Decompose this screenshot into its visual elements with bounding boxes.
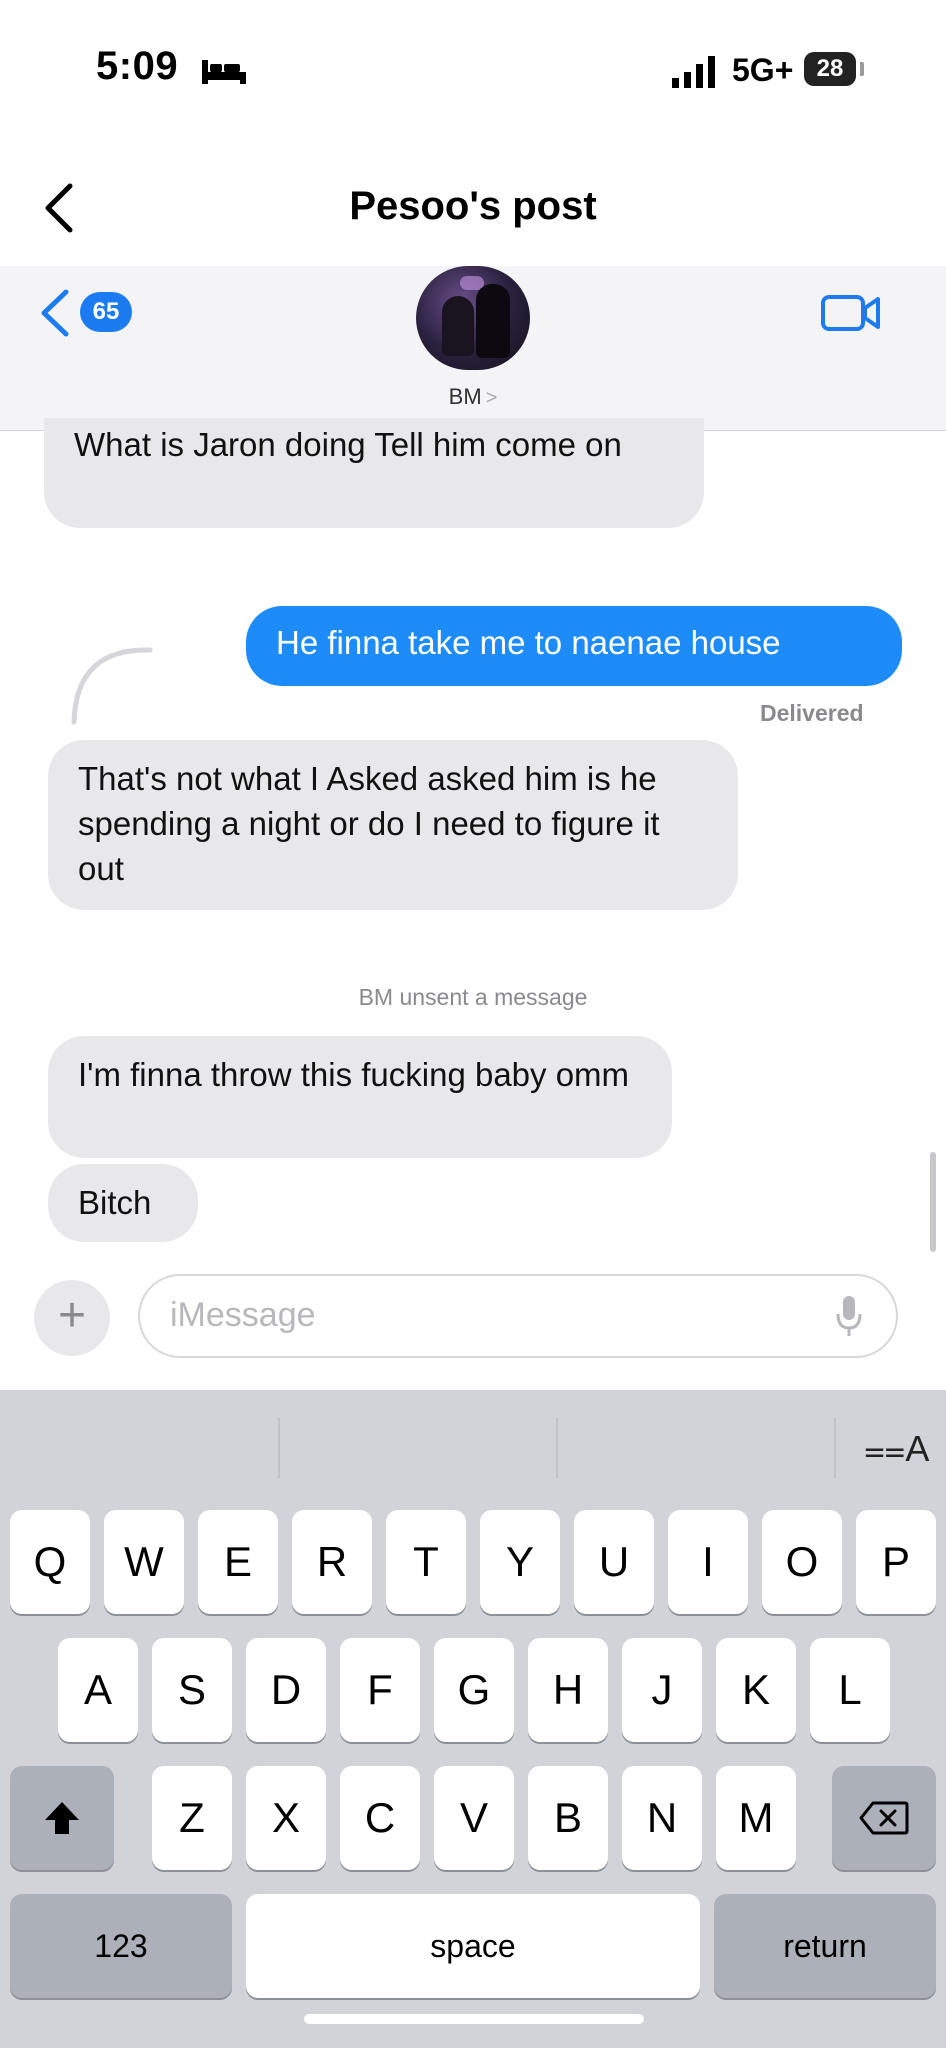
scroll-indicator[interactable]: [930, 1152, 936, 1252]
contact-name[interactable]: BM >: [0, 384, 946, 410]
keyboard-translate-icon[interactable]: ⩵A: [864, 1428, 929, 1471]
message-bubble-received[interactable]: Bitch: [48, 1164, 198, 1242]
delivery-status: Delivered: [760, 700, 864, 726]
home-indicator[interactable]: [304, 2014, 644, 2024]
apps-plus-button[interactable]: +: [34, 1280, 110, 1356]
shift-icon: [45, 1802, 79, 1834]
key-a[interactable]: A: [58, 1638, 138, 1742]
key-e[interactable]: E: [198, 1510, 278, 1614]
key-x[interactable]: X: [246, 1766, 326, 1870]
key-u[interactable]: U: [574, 1510, 654, 1614]
sleep-focus-icon: [202, 60, 246, 84]
key-c[interactable]: C: [340, 1766, 420, 1870]
key-g[interactable]: G: [434, 1638, 514, 1742]
message-bubble-received[interactable]: What is Jaron doing Tell him come on: [44, 418, 704, 528]
key-y[interactable]: Y: [480, 1510, 560, 1614]
key-k[interactable]: K: [716, 1638, 796, 1742]
key-d[interactable]: D: [246, 1638, 326, 1742]
status-time: 5:09: [96, 44, 179, 88]
key-l[interactable]: L: [810, 1638, 890, 1742]
status-bar: 5:09 5G+ 28: [0, 0, 946, 140]
numbers-key[interactable]: 123: [10, 1894, 232, 1998]
contact-chevron-icon: >: [485, 387, 498, 409]
microphone-icon[interactable]: [834, 1294, 864, 1338]
key-i[interactable]: I: [668, 1510, 748, 1614]
battery-tip: [860, 62, 864, 76]
return-key[interactable]: return: [714, 1894, 936, 1998]
key-m[interactable]: M: [716, 1766, 796, 1870]
key-j[interactable]: J: [622, 1638, 702, 1742]
backspace-icon: [859, 1801, 909, 1835]
key-t[interactable]: T: [386, 1510, 466, 1614]
key-f[interactable]: F: [340, 1638, 420, 1742]
unread-count-badge[interactable]: 65: [80, 292, 132, 332]
network-type: 5G+: [732, 52, 794, 88]
unsent-notice: BM unsent a message: [358, 984, 588, 1010]
contact-name-label: BM: [448, 384, 482, 409]
key-z[interactable]: Z: [152, 1766, 232, 1870]
key-w[interactable]: W: [104, 1510, 184, 1614]
messages-back-icon[interactable]: [38, 288, 72, 338]
message-bubble-received[interactable]: That's not what I Asked asked him is he …: [48, 740, 738, 910]
shift-key[interactable]: [10, 1766, 114, 1870]
message-input[interactable]: iMessage: [138, 1274, 898, 1358]
message-input-placeholder: iMessage: [170, 1296, 316, 1334]
signal-strength-icon: [672, 56, 715, 88]
message-bubble-received[interactable]: I'm finna throw this fucking baby omm: [48, 1036, 672, 1158]
reply-thread-line: [71, 647, 153, 725]
delete-key[interactable]: [832, 1766, 936, 1870]
suggestion-divider: [556, 1418, 558, 1478]
key-b[interactable]: B: [528, 1766, 608, 1870]
message-bubble-sent[interactable]: He finna take me to naenae house: [246, 606, 902, 686]
suggestion-divider: [278, 1418, 280, 1478]
video-call-icon[interactable]: [820, 290, 882, 336]
key-p[interactable]: P: [856, 1510, 936, 1614]
key-r[interactable]: R: [292, 1510, 372, 1614]
key-v[interactable]: V: [434, 1766, 514, 1870]
space-key[interactable]: space: [246, 1894, 700, 1998]
post-nav-bar: Pesoo's post: [0, 150, 946, 260]
key-s[interactable]: S: [152, 1638, 232, 1742]
key-o[interactable]: O: [762, 1510, 842, 1614]
key-n[interactable]: N: [622, 1766, 702, 1870]
keyboard: ⩵A Q W E R T Y U I O P A S D F G H J K L…: [0, 1390, 946, 2048]
contact-avatar[interactable]: [416, 266, 530, 370]
key-h[interactable]: H: [528, 1638, 608, 1742]
page-title: Pesoo's post: [349, 184, 597, 228]
key-q[interactable]: Q: [10, 1510, 90, 1614]
suggestion-divider: [834, 1418, 836, 1478]
battery-icon: 28: [804, 52, 856, 86]
conversation-header: 65 BM >: [0, 266, 946, 431]
